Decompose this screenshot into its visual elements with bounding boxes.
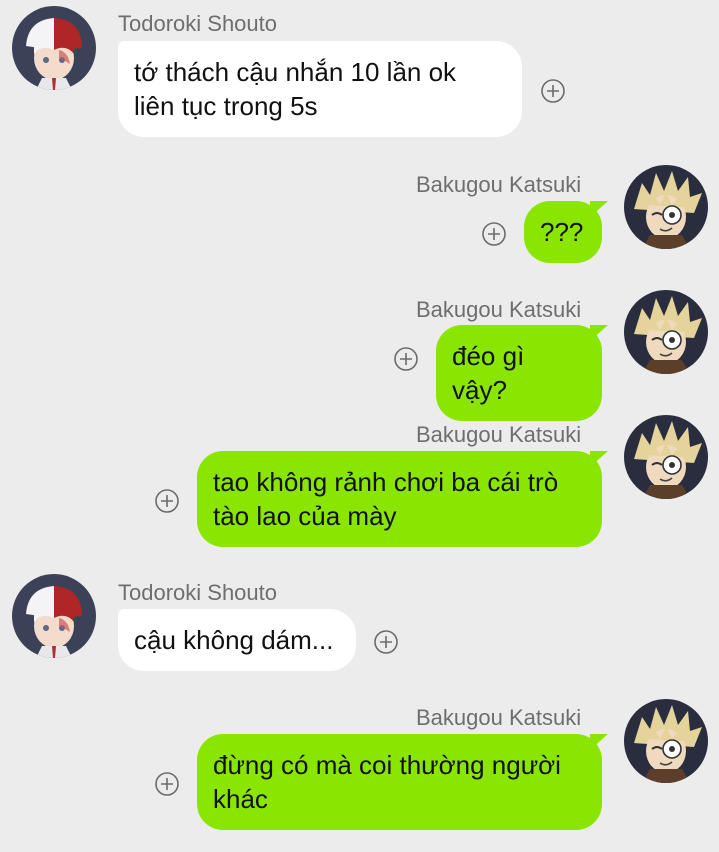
- plus-circle-icon[interactable]: [481, 221, 507, 247]
- plus-circle-icon[interactable]: [154, 771, 180, 797]
- avatar-bakugou[interactable]: [624, 699, 708, 783]
- sender-name: Bakugou Katsuki: [416, 172, 582, 197]
- avatar-bakugou[interactable]: [624, 290, 708, 374]
- avatar-bakugou[interactable]: [624, 165, 708, 249]
- plus-circle-icon[interactable]: [373, 629, 399, 655]
- message-bubble[interactable]: cậu không dám...: [118, 609, 356, 671]
- plus-circle-icon[interactable]: [154, 488, 180, 514]
- sender-name: Bakugou Katsuki: [416, 422, 582, 447]
- avatar-bakugou[interactable]: [624, 415, 708, 499]
- sender-name: Todoroki Shouto: [118, 11, 277, 36]
- plus-circle-icon[interactable]: [393, 346, 419, 372]
- plus-circle-icon[interactable]: [540, 78, 566, 104]
- sender-name: Bakugou Katsuki: [416, 297, 582, 322]
- message-bubble[interactable]: đéo gì vậy?: [436, 325, 602, 421]
- avatar-todoroki[interactable]: [12, 6, 96, 90]
- message-bubble[interactable]: tao không rảnh chơi ba cái trò tào lao c…: [197, 451, 602, 547]
- avatar-todoroki[interactable]: [12, 574, 96, 658]
- message-bubble[interactable]: ???: [524, 201, 602, 263]
- message-bubble[interactable]: đừng có mà coi thường người khác: [197, 734, 602, 830]
- sender-name: Todoroki Shouto: [118, 580, 277, 605]
- sender-name: Bakugou Katsuki: [416, 705, 582, 730]
- message-bubble[interactable]: tớ thách cậu nhắn 10 lần ok liên tục tro…: [118, 41, 522, 137]
